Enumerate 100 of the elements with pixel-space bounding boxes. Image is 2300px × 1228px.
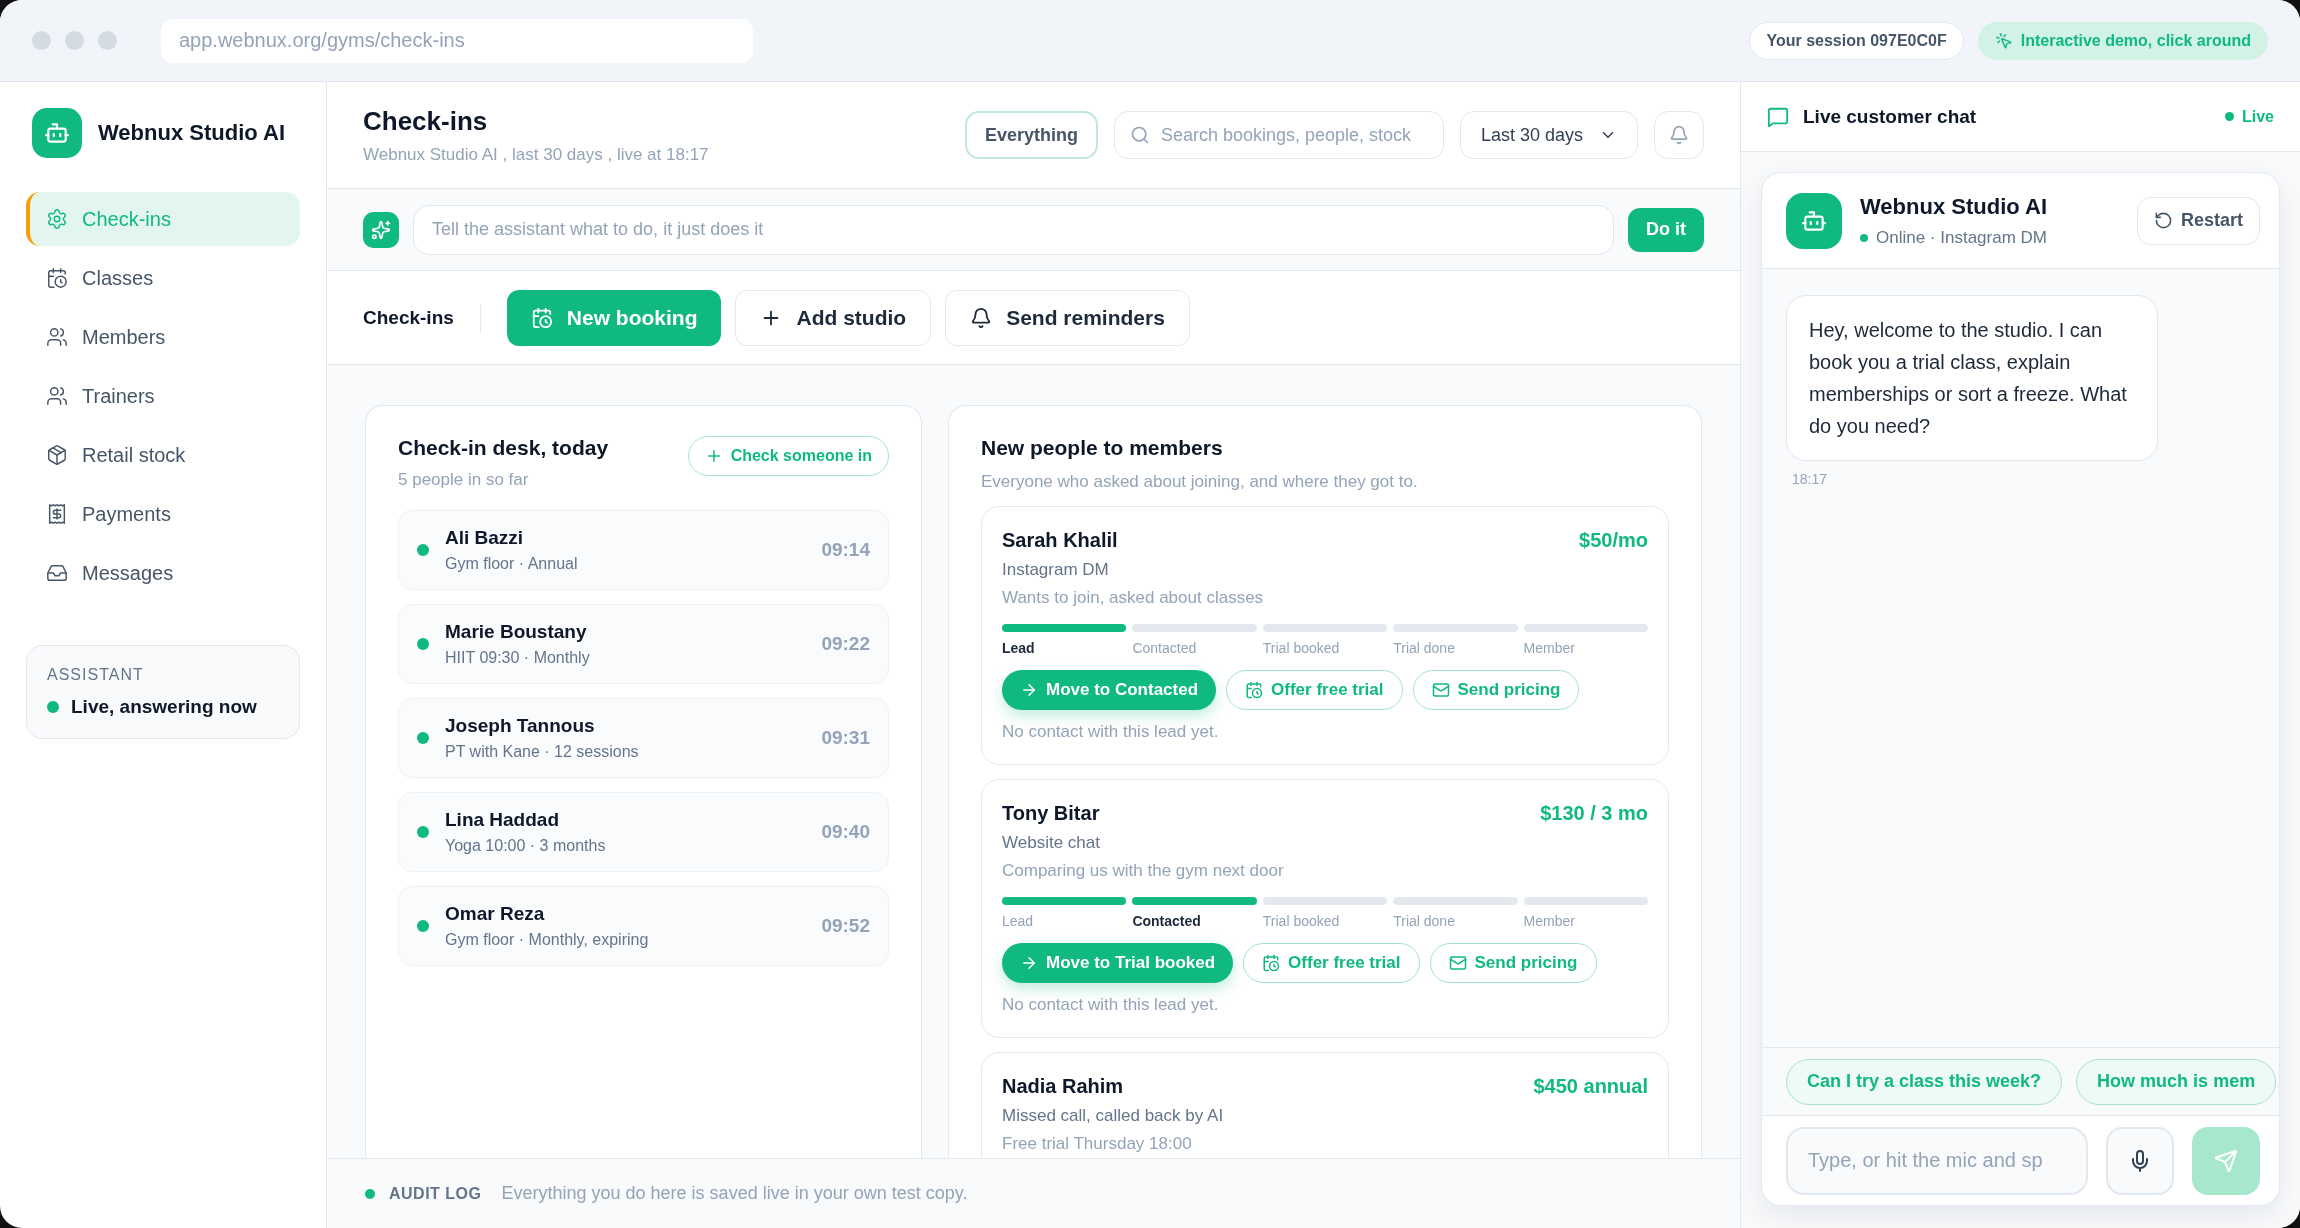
check-in-time: 09:22 (821, 633, 870, 655)
calendar-clock-icon (1245, 681, 1264, 699)
page-title: Check-ins (363, 105, 489, 137)
stage-label: Lead (1002, 640, 1036, 656)
member-detail: Gym floor · Monthly, expiring (445, 931, 649, 949)
demo-label: Interactive demo, click around (2020, 31, 2251, 50)
check-in-row[interactable]: Marie Boustany HIIT 09:30 · Monthly 09:22 (398, 604, 889, 684)
lead-note: Comparing us with the gym next door (1002, 861, 1285, 881)
gear-icon (46, 208, 68, 230)
live-status: Live (2242, 107, 2274, 126)
window-dot (32, 31, 51, 50)
assistant-label: ASSISTANT (47, 666, 145, 684)
bell-icon (970, 306, 993, 329)
member-detail: Gym floor · Annual (445, 555, 578, 573)
robot-logo (32, 108, 82, 158)
member-name: Omar Reza (445, 903, 546, 925)
member-detail: Yoga 10:00 · 3 months (445, 837, 606, 855)
mail-icon (1431, 681, 1450, 699)
bot-name: Webnux Studio AI (1860, 193, 2047, 220)
status-dot (1860, 233, 1868, 242)
bot-status: Online · Instagram DM (1876, 227, 2047, 248)
card-subtitle: 5 people in so far (398, 470, 530, 490)
cursor-click-icon (1994, 31, 2013, 50)
audit-log-text: Everything you do here is saved live in your own test copy. (501, 1183, 968, 1204)
stage-label: Member (1523, 640, 1576, 656)
filter-pill[interactable]: Everything (964, 111, 1098, 159)
sidebar-item[interactable]: Classes (26, 251, 300, 305)
status-dot (417, 920, 429, 932)
sparkle-icon (363, 211, 399, 248)
people-icon (46, 326, 68, 348)
search-icon (1129, 125, 1150, 145)
toolbar-button[interactable]: Add studio (735, 289, 932, 346)
assistant-status: Live, answering now (71, 696, 257, 718)
status-dot (417, 544, 429, 556)
check-in-time: 09:31 (821, 727, 870, 749)
calendar-clock-icon (1262, 954, 1281, 972)
lead-price: $130 / 3 mo (1540, 802, 1648, 825)
check-in-row[interactable]: Omar Reza Gym floor · Monthly, expiring 09:52 (398, 886, 889, 966)
status-dot (365, 1188, 375, 1199)
lead-source: Instagram DM (1002, 560, 1110, 580)
assistant-input[interactable]: Tell the assistant what to do, it just does it (413, 204, 1614, 255)
window-dot (98, 31, 117, 50)
session-badge: Your session 097E0C0F (1749, 21, 1964, 60)
arrow-right-icon (1020, 954, 1038, 972)
stage-label: Trial done (1393, 640, 1456, 656)
check-in-time: 09:14 (821, 539, 870, 561)
message-time: 18:17 (1791, 471, 1829, 487)
member-name: Lina Haddad (445, 809, 560, 831)
search-field[interactable]: Search bookings, people, stock (1113, 111, 1444, 159)
member-name: Joseph Tannous (445, 715, 596, 737)
stage-label: Trial done (1393, 913, 1456, 929)
lead-footnote: No contact with this lead yet. (1002, 995, 1220, 1015)
stage-label: Contacted (1132, 640, 1198, 656)
notifications-button[interactable] (1654, 111, 1704, 159)
calendar-clock-icon (530, 306, 553, 329)
robot-avatar (1786, 192, 1842, 249)
check-in-row[interactable]: Ali Bazzi Gym floor · Annual 09:14 (398, 510, 889, 590)
restart-icon (2153, 211, 2173, 230)
status-dot (2225, 112, 2234, 121)
member-detail: HIIT 09:30 · Monthly (445, 649, 590, 667)
toolbar-button[interactable]: Send reminders (945, 289, 1190, 346)
status-dot (417, 732, 429, 744)
sidebar-item[interactable]: Members (26, 310, 300, 364)
member-detail: PT with Kane · 12 sessions (445, 743, 639, 761)
sidebar-item[interactable]: Retail stock (26, 428, 300, 482)
mail-icon (1448, 954, 1467, 972)
message-input[interactable]: Type, or hit the mic and sp (1786, 1126, 2088, 1195)
restart-button[interactable]: Restart (2136, 196, 2260, 245)
window-dot (65, 31, 84, 50)
chat-bubble-icon (1767, 105, 1789, 128)
lead-note: Wants to join, asked about classes (1002, 588, 1265, 608)
lead-price: $450 annual (1533, 1075, 1648, 1098)
sidebar-item[interactable]: Payments (26, 487, 300, 541)
stage-label: Trial booked (1262, 640, 1341, 656)
status-dot (47, 701, 59, 713)
people-icon (46, 385, 68, 407)
check-in-row[interactable]: Lina Haddad Yoga 10:00 · 3 months 09:40 (398, 792, 889, 872)
mic-button[interactable] (2106, 1126, 2174, 1195)
page-subtitle: Webnux Studio AI , last 30 days , live at 18:17 (363, 144, 709, 165)
sidebar-item[interactable]: Trainers (26, 369, 300, 423)
stage-label: Contacted (1132, 913, 1202, 929)
lead-name: Tony Bitar (1002, 802, 1100, 825)
status-dot (417, 826, 429, 838)
check-in-row[interactable]: Joseph Tannous PT with Kane · 12 sessions 09:31 (398, 698, 889, 778)
lead-name: Nadia Rahim (1002, 1075, 1124, 1098)
paper-plane-icon (2214, 1148, 2238, 1173)
lead-name: Sarah Khalil (1002, 529, 1118, 552)
chat-message: Hey, welcome to the studio. I can book you a trial class, explain memberships or sort a freeze. What do you need? (1786, 295, 2158, 461)
card-title: Check-in desk, today (398, 436, 609, 460)
lead-note: Free trial Thursday 18:00 (1002, 1134, 1193, 1154)
sidebar-item[interactable]: Messages (26, 546, 300, 600)
audit-log-label: AUDIT LOG (389, 1184, 482, 1203)
arrow-right-icon (1020, 681, 1038, 699)
card-subtitle: Everyone who asked about joining, and where they got to. (981, 472, 1419, 492)
bell-icon (1669, 125, 1689, 145)
date-range-select[interactable]: Last 30 days (1459, 111, 1638, 159)
status-dot (417, 638, 429, 650)
stage-label: Trial booked (1262, 913, 1341, 929)
receipt-icon (46, 503, 68, 525)
member-name: Marie Boustany (445, 621, 588, 643)
